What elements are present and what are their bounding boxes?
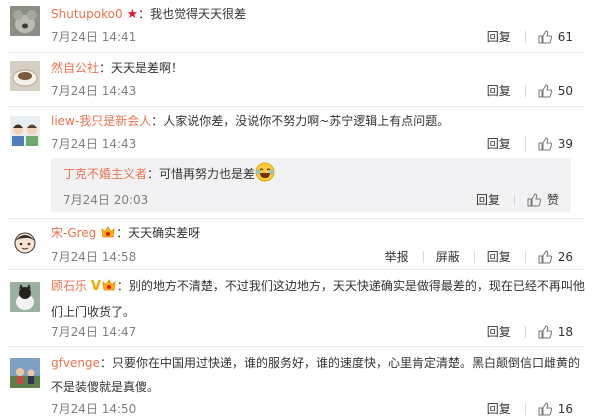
reply-button[interactable]: 回复 bbox=[487, 28, 511, 45]
comment-time: 7月24日 14:47 bbox=[51, 325, 137, 339]
comment-time: 7月24日 14:43 bbox=[51, 84, 137, 98]
username-link[interactable]: 宋-Greg bbox=[51, 226, 96, 240]
comment-text: 只要你在中国用过快递，谁的服务好，谁的速度快，心里肯定清楚。黑白颠倒信口雌黄的不… bbox=[51, 356, 580, 394]
comment-item: 然自公社：天天是差啊！ 7月24日 14:43 回复 50 bbox=[0, 53, 593, 105]
separator: ： bbox=[116, 279, 129, 293]
separator: ： bbox=[151, 114, 164, 128]
avatar[interactable] bbox=[10, 282, 40, 312]
vip-badge-icon bbox=[101, 276, 117, 300]
like-button[interactable]: 16 bbox=[538, 402, 573, 416]
comment-text: 我也觉得天天很差 bbox=[150, 7, 247, 21]
separator: ： bbox=[138, 7, 151, 21]
reply-button[interactable]: 回复 bbox=[487, 400, 511, 417]
reply-text: 可惜再努力也是差 bbox=[159, 167, 256, 181]
comment-text-line: Shutupoko0 ★：我也觉得天天很差 bbox=[51, 2, 585, 27]
comment-text: 别的地方不清楚，不过我们这边地方，天天快递确实是做得最差的，现在已经不再叫他们上… bbox=[51, 279, 585, 319]
reply-actions: 回复 赞 bbox=[462, 191, 559, 208]
separator: ： bbox=[147, 167, 160, 181]
like-count: 61 bbox=[557, 29, 573, 44]
comment-text-line: 然自公社：天天是差啊！ bbox=[51, 56, 585, 80]
thumbs-up-icon bbox=[538, 401, 552, 415]
username-link[interactable]: liew-我只是新会人 bbox=[51, 114, 151, 128]
separator: ： bbox=[99, 356, 112, 370]
like-count: 16 bbox=[557, 401, 573, 416]
reply-button[interactable]: 回复 bbox=[487, 248, 511, 265]
action-divider bbox=[513, 193, 515, 206]
avatar[interactable] bbox=[10, 6, 40, 36]
like-button[interactable]: 39 bbox=[538, 137, 573, 151]
thumbs-up-icon bbox=[538, 136, 552, 150]
comment-actions: 举报 屏蔽 回复 26 bbox=[371, 248, 573, 265]
comment-time: 7月24日 14:43 bbox=[51, 137, 137, 151]
action-divider bbox=[524, 30, 526, 43]
comment-text-line: 宋-Greg ：天天确实差呀 bbox=[51, 221, 585, 247]
username-link[interactable]: Shutupoko0 bbox=[51, 7, 123, 21]
comment-actions: 回复 61 bbox=[473, 28, 573, 45]
avatar[interactable] bbox=[10, 358, 40, 388]
username-link[interactable]: 然自公社 bbox=[51, 61, 99, 75]
report-button[interactable]: 举报 bbox=[385, 248, 409, 265]
reply-button[interactable]: 回复 bbox=[476, 191, 500, 208]
comment-item: gfvenge：只要你在中国用过快递，谁的服务好，谁的速度快，心里肯定清楚。黑白… bbox=[0, 347, 593, 420]
comment-actions: 回复 39 bbox=[473, 135, 573, 152]
comment-text-line: 顾石乐 V ：别的地方不清楚，不过我们这边地方，天天快递确实是做得最差的，现在已经… bbox=[51, 274, 585, 324]
like-label: 赞 bbox=[546, 193, 559, 207]
like-count: 26 bbox=[557, 249, 573, 264]
comment-time: 7月24日 14:58 bbox=[51, 250, 137, 264]
verified-v-icon: V bbox=[90, 279, 101, 294]
avatar[interactable] bbox=[10, 61, 40, 91]
comment-text: 天天确实差呀 bbox=[128, 226, 201, 240]
action-divider bbox=[524, 84, 526, 97]
like-button[interactable]: 赞 bbox=[527, 191, 559, 208]
comment-actions: 回复 18 bbox=[473, 323, 573, 340]
comment-text: 人家说你差，没说你不努力啊~苏宁逻辑上有点问题。 bbox=[163, 114, 450, 128]
thumbs-up-icon bbox=[538, 324, 552, 338]
like-button[interactable]: 26 bbox=[538, 250, 573, 264]
comment-time: 7月24日 14:41 bbox=[51, 30, 137, 44]
nested-reply: 丁克不婚主义者：可惜再努力也是差 7月24日 20:03 回复 赞 bbox=[51, 158, 571, 212]
action-divider bbox=[422, 250, 424, 263]
reply-button[interactable]: 回复 bbox=[487, 323, 511, 340]
separator: ： bbox=[99, 61, 112, 75]
laughing-emoji-icon bbox=[255, 162, 275, 190]
action-divider bbox=[524, 137, 526, 150]
action-divider bbox=[524, 325, 526, 338]
avatar[interactable] bbox=[10, 116, 40, 146]
nested-reply-text-line: 丁克不婚主义者：可惜再努力也是差 bbox=[63, 162, 275, 190]
block-button[interactable]: 屏蔽 bbox=[436, 248, 460, 265]
like-button[interactable]: 18 bbox=[538, 325, 573, 339]
comment-actions: 回复 16 bbox=[473, 400, 573, 417]
like-button[interactable]: 50 bbox=[538, 84, 573, 98]
action-divider bbox=[473, 250, 475, 263]
username-link[interactable]: 丁克不婚主义者 bbox=[63, 167, 147, 181]
action-divider bbox=[524, 250, 526, 263]
like-count: 39 bbox=[557, 136, 573, 151]
comment-item: 宋-Greg ：天天确实差呀 7月24日 14:58 举报 屏蔽 回复 26 bbox=[0, 219, 593, 269]
reply-time: 7月24日 20:03 bbox=[63, 193, 149, 207]
reply-button[interactable]: 回复 bbox=[487, 135, 511, 152]
thumbs-up-icon bbox=[538, 249, 552, 263]
thumbs-up-icon bbox=[538, 83, 552, 97]
comment-text-line: gfvenge：只要你在中国用过快递，谁的服务好，谁的速度快，心里肯定清楚。黑白… bbox=[51, 351, 585, 399]
avatar[interactable] bbox=[10, 229, 40, 259]
username-link[interactable]: gfvenge bbox=[51, 356, 100, 370]
vip-badge-icon bbox=[100, 223, 116, 247]
comment-time: 7月24日 14:50 bbox=[51, 402, 137, 416]
comment-item: 顾石乐 V ：别的地方不清楚，不过我们这边地方，天天快递确实是做得最差的，现在已经… bbox=[0, 270, 593, 346]
like-count: 50 bbox=[557, 83, 573, 98]
comment-text-line: liew-我只是新会人：人家说你差，没说你不努力啊~苏宁逻辑上有点问题。 bbox=[51, 109, 585, 133]
vip-star-icon: ★ bbox=[126, 7, 139, 22]
like-count: 18 bbox=[557, 324, 573, 339]
separator: ： bbox=[116, 226, 129, 240]
like-button[interactable]: 61 bbox=[538, 30, 573, 44]
comment-text: 天天是差啊！ bbox=[111, 61, 184, 75]
comment-actions: 回复 50 bbox=[473, 82, 573, 99]
thumbs-up-icon bbox=[527, 192, 541, 206]
username-link[interactable]: 顾石乐 bbox=[51, 279, 87, 293]
thumbs-up-icon bbox=[538, 29, 552, 43]
comment-item: Shutupoko0 ★：我也觉得天天很差 7月24日 14:41 回复 61 bbox=[0, 0, 593, 52]
reply-button[interactable]: 回复 bbox=[487, 82, 511, 99]
action-divider bbox=[524, 402, 526, 415]
